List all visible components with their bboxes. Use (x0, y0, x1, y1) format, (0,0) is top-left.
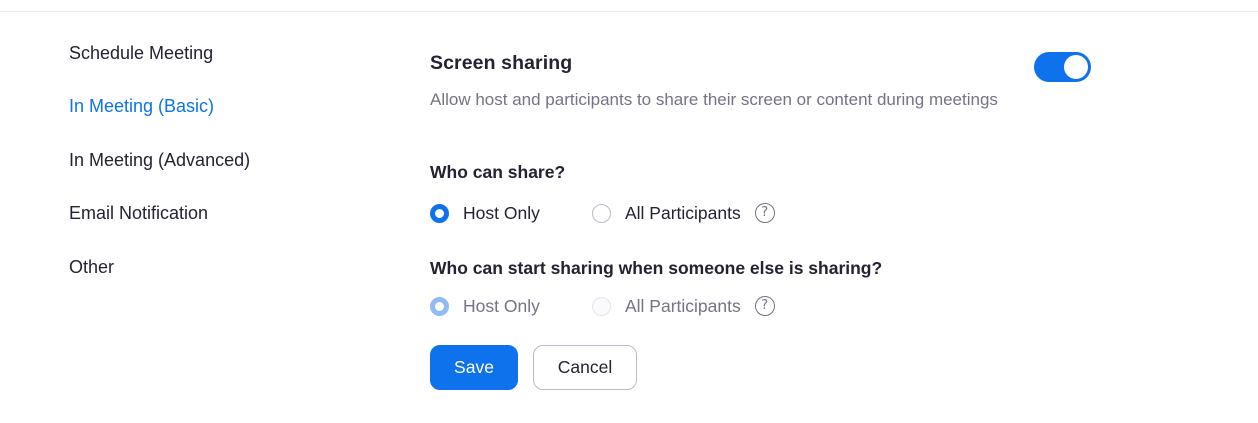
radio-label-host-only: Host Only (463, 203, 540, 223)
who-can-start-sharing-options: Host Only All Participants ? (430, 294, 775, 318)
setting-description: Allow host and participants to share the… (430, 90, 998, 109)
top-divider (0, 11, 1258, 12)
sidebar-item-email-notification[interactable]: Email Notification (69, 202, 208, 224)
question-mark-circle-icon[interactable]: ? (754, 203, 775, 223)
who-can-start-host-only[interactable]: Host Only (430, 295, 592, 317)
who-can-share-all-participants[interactable]: All Participants (592, 202, 741, 224)
sidebar-item-schedule-meeting[interactable]: Schedule Meeting (69, 42, 213, 64)
sidebar-item-in-meeting-basic[interactable]: In Meeting (Basic) (69, 95, 214, 117)
question-mark-circle-icon[interactable]: ? (754, 296, 775, 316)
radio-label-all-participants: All Participants (625, 296, 741, 316)
who-can-start-all-participants[interactable]: All Participants (592, 295, 741, 317)
who-can-share-options: Host Only All Participants ? (430, 201, 775, 225)
cancel-button[interactable]: Cancel (533, 345, 637, 390)
who-can-share-host-only[interactable]: Host Only (430, 202, 592, 224)
radio-checked-disabled-icon[interactable] (430, 296, 449, 316)
screen-sharing-toggle[interactable] (1034, 52, 1091, 82)
sidebar-item-in-meeting-advanced[interactable]: In Meeting (Advanced) (69, 149, 250, 171)
radio-label-host-only: Host Only (463, 296, 540, 316)
radio-unchecked-disabled-icon[interactable] (592, 296, 611, 316)
sidebar-item-other[interactable]: Other (69, 256, 114, 278)
who-can-share-label: Who can share? (430, 162, 566, 182)
radio-label-all-participants: All Participants (625, 203, 741, 223)
who-can-start-sharing-label: Who can start sharing when someone else … (430, 258, 883, 278)
radio-checked-icon[interactable] (430, 203, 449, 223)
save-button[interactable]: Save (430, 345, 518, 390)
toggle-knob (1064, 55, 1088, 79)
setting-title: Screen sharing (430, 52, 573, 74)
radio-unchecked-icon[interactable] (592, 203, 611, 223)
